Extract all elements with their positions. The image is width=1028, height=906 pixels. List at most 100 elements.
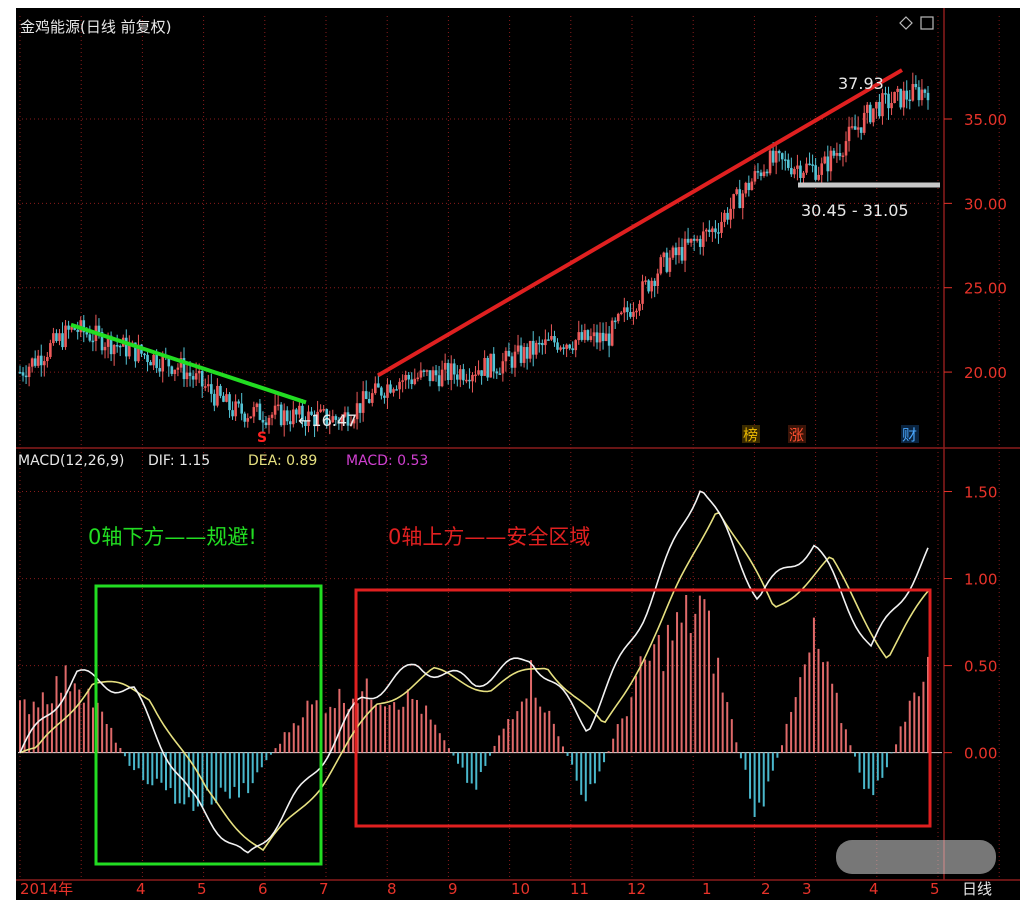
below-zero-annotation: 0轴下方——规避! xyxy=(88,525,257,549)
candle-up xyxy=(528,340,532,359)
marker-cai[interactable]: 财 xyxy=(902,426,917,444)
candle-up xyxy=(443,363,447,370)
candle-down xyxy=(407,374,411,380)
diamond-icon[interactable] xyxy=(899,16,913,30)
candle-down xyxy=(665,252,669,272)
candle-down xyxy=(541,342,544,346)
candle-up xyxy=(173,369,177,374)
candle-down xyxy=(149,362,152,366)
price-panel-title: 金鸡能源(日线 前复权) xyxy=(20,18,171,36)
candle-up xyxy=(638,303,641,311)
candle-down xyxy=(811,164,814,166)
candle-up xyxy=(911,83,915,101)
candle-down xyxy=(264,422,268,426)
candle-up xyxy=(249,416,253,419)
screenshot-frame: 金鸡能源(日线 前复权) 37.93 ←16.47 30.45 - 31.05 … xyxy=(0,0,1028,906)
candle-down xyxy=(537,342,541,345)
candle-up xyxy=(774,150,778,163)
candle-up xyxy=(52,333,55,344)
macd-tick-label: 0.00 xyxy=(964,745,997,763)
candle-up xyxy=(875,101,878,109)
candle-down xyxy=(607,333,611,346)
candle-down xyxy=(219,385,222,396)
candle-down xyxy=(562,347,565,349)
time-tick-label: 2 xyxy=(761,880,771,898)
time-tick-label: 5 xyxy=(930,880,940,898)
high-price-label: 37.93 xyxy=(838,74,884,93)
above-zero-annotation: 0轴上方——安全区域 xyxy=(388,525,590,549)
period-label[interactable]: 日线 xyxy=(962,880,992,898)
candle-down xyxy=(210,384,213,394)
stock-chart-svg: 金鸡能源(日线 前复权) 37.93 ←16.47 30.45 - 31.05 … xyxy=(16,8,1020,898)
candle-up xyxy=(902,90,906,108)
time-tick-label: 11 xyxy=(570,880,589,898)
candle-up xyxy=(671,247,675,258)
candle-up xyxy=(176,367,180,370)
candle-up xyxy=(793,168,796,175)
candle-down xyxy=(783,159,787,161)
time-tick-label: 10 xyxy=(511,880,530,898)
candle-up xyxy=(419,370,423,378)
candle-up xyxy=(583,330,587,340)
candle-up xyxy=(720,221,723,233)
candle-up xyxy=(58,333,61,342)
avoid-zone-box xyxy=(94,584,323,866)
candle-down xyxy=(799,165,802,178)
candle-up xyxy=(374,383,377,394)
candle-down xyxy=(525,347,529,359)
macd-tick-label: 1.00 xyxy=(964,571,997,589)
candle-up xyxy=(206,384,210,387)
candle-up xyxy=(449,363,453,380)
candle-down xyxy=(747,182,751,191)
candle-down xyxy=(714,228,717,233)
time-tick-label: 5 xyxy=(197,880,207,898)
candle-down xyxy=(601,332,605,342)
marker-bang[interactable]: 榜 xyxy=(743,426,758,444)
candle-up xyxy=(30,358,34,367)
candle-down xyxy=(188,372,192,377)
candle-up xyxy=(656,273,660,286)
candle-up xyxy=(489,353,493,378)
candle-down xyxy=(243,413,247,422)
uptrend-line xyxy=(376,68,904,378)
candle-up xyxy=(522,347,526,363)
macd-axis-ticks: 1.50 1.00 0.50 0.00 xyxy=(944,484,997,763)
candle-up xyxy=(197,370,201,374)
candle-up xyxy=(465,379,468,382)
candle-up xyxy=(504,350,508,362)
candle-down xyxy=(76,329,79,332)
time-tick-label: 2014年 xyxy=(20,880,73,898)
candle-down xyxy=(377,383,380,388)
candle-down xyxy=(21,372,25,376)
candle-up xyxy=(750,181,754,191)
candle-down xyxy=(531,340,535,355)
time-tick-label: 12 xyxy=(627,880,646,898)
candle-up xyxy=(862,112,866,133)
maximize-icon[interactable] xyxy=(920,16,934,30)
marker-s[interactable]: S xyxy=(257,430,267,446)
price-tick-label: 30.00 xyxy=(964,195,1007,213)
candle-down xyxy=(553,336,556,343)
time-tick-label: 3 xyxy=(802,880,812,898)
candle-up xyxy=(802,172,805,178)
candle-down xyxy=(547,339,550,341)
candle-up xyxy=(589,336,593,340)
candle-down xyxy=(692,238,696,241)
candle-down xyxy=(170,366,174,374)
candle-up xyxy=(64,325,67,348)
candle-down xyxy=(437,375,441,387)
candle-up xyxy=(477,370,480,375)
candle-down xyxy=(383,395,386,398)
candle-down xyxy=(428,370,432,382)
candle-up xyxy=(689,238,693,243)
candle-down xyxy=(905,90,909,100)
candle-down xyxy=(285,410,289,422)
candle-up xyxy=(361,391,365,413)
candle-down xyxy=(124,337,128,357)
candle-down xyxy=(158,368,161,372)
macd-indicator-label[interactable]: MACD(12,26,9) xyxy=(18,453,124,469)
candle-down xyxy=(85,332,89,335)
marker-zhang[interactable]: 涨 xyxy=(789,426,804,444)
panel-corner-icons xyxy=(899,16,934,30)
candle-down xyxy=(568,344,571,349)
